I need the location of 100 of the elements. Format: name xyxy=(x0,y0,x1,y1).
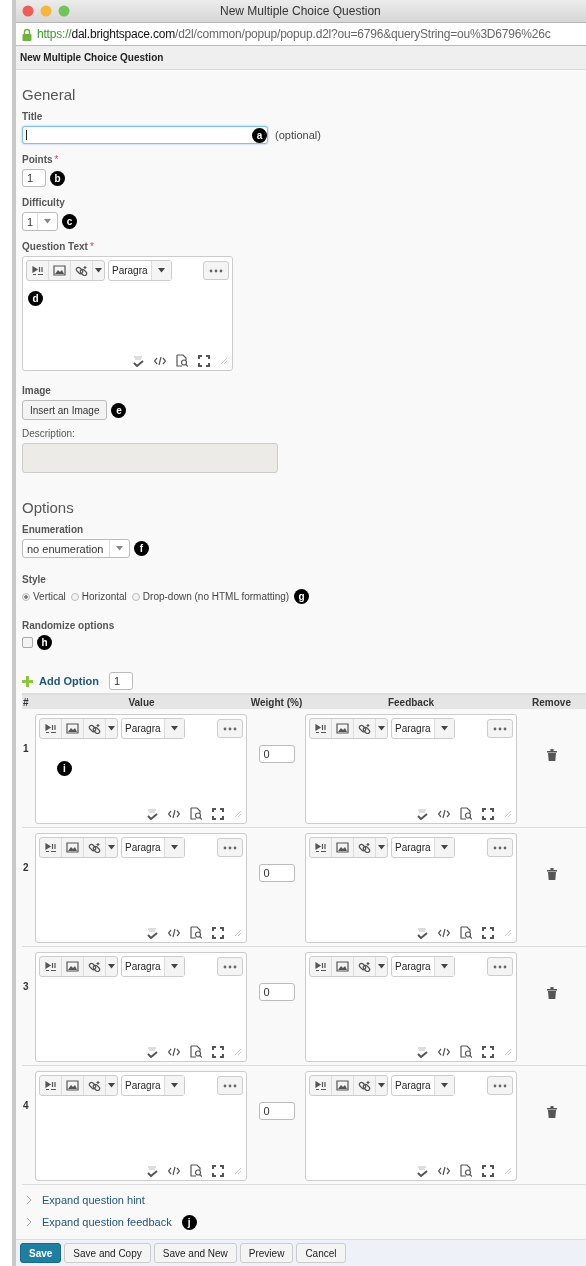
weight-field[interactable]: 0 xyxy=(258,745,295,763)
resize-grip-icon xyxy=(504,1167,511,1174)
row-number: 4 xyxy=(22,1099,30,1111)
image-icon xyxy=(336,961,349,972)
weight-field[interactable]: 0 xyxy=(258,1102,295,1120)
fullscreen-icon xyxy=(482,926,494,939)
expand-link[interactable]: Expand question hint xyxy=(42,1194,145,1206)
preview-icon xyxy=(190,807,202,820)
format-dropdown[interactable]: Paragra xyxy=(391,718,455,739)
rich-text-editor[interactable]: Paragra xyxy=(305,1071,517,1181)
resize-grip-icon xyxy=(234,810,241,817)
link-icon xyxy=(358,723,371,734)
rich-text-editor[interactable]: Paragra xyxy=(35,952,247,1062)
points-field[interactable]: 1 xyxy=(22,169,46,187)
rich-text-editor[interactable]: Paragra xyxy=(35,1071,247,1181)
code-icon xyxy=(168,1046,180,1057)
format-dropdown[interactable]: Paragra xyxy=(108,260,172,281)
section-heading: Options xyxy=(22,499,75,516)
rich-text-editor[interactable]: Paragra d xyxy=(22,256,233,371)
more-actions-button[interactable] xyxy=(203,261,229,280)
format-dropdown[interactable]: Paragra xyxy=(391,1075,455,1096)
rich-text-editor[interactable]: Paragra xyxy=(305,833,517,943)
trash-icon[interactable] xyxy=(546,749,557,761)
radio-label: Vertical xyxy=(33,591,66,602)
fullscreen-icon xyxy=(482,1164,494,1177)
rich-text-editor[interactable]: Paragra i xyxy=(35,714,247,824)
title-field[interactable] xyxy=(22,126,268,144)
more-actions-button[interactable] xyxy=(487,957,513,976)
close-window-icon[interactable] xyxy=(22,5,34,17)
preview-icon xyxy=(460,1045,472,1058)
format-dropdown[interactable]: Paragra xyxy=(121,956,185,977)
action-button[interactable]: Preview xyxy=(239,1243,294,1263)
expand-link[interactable]: Expand question feedback xyxy=(42,1216,172,1228)
code-icon xyxy=(154,355,166,366)
more-icon xyxy=(209,268,223,273)
callout-marker: g xyxy=(294,589,310,604)
caret-icon xyxy=(170,845,178,850)
spellcheck-icon xyxy=(146,1045,158,1058)
media-icon xyxy=(44,842,57,853)
format-dropdown[interactable]: Paragra xyxy=(391,837,455,858)
format-dropdown[interactable]: Paragra xyxy=(121,837,185,858)
caret-icon xyxy=(108,1083,115,1088)
field-label: Style xyxy=(22,574,47,585)
image-icon xyxy=(336,842,349,853)
spellcheck-icon xyxy=(132,354,144,367)
more-actions-button[interactable] xyxy=(487,719,513,738)
rich-text-editor[interactable]: Paragra xyxy=(305,714,517,824)
field-label: Question Text xyxy=(22,241,88,252)
rich-text-editor[interactable]: Paragra xyxy=(305,952,517,1062)
radio-button[interactable] xyxy=(70,592,79,601)
code-icon xyxy=(438,1165,450,1176)
radio-button[interactable] xyxy=(22,592,30,601)
format-dropdown[interactable]: Paragra xyxy=(121,1075,185,1096)
format-dropdown[interactable]: Paragra xyxy=(391,956,455,977)
action-button[interactable]: Save and Copy xyxy=(64,1243,151,1263)
caret-icon xyxy=(170,726,178,731)
insert-image-button[interactable]: Insert an Image xyxy=(22,400,108,420)
media-icon xyxy=(31,265,44,276)
callout-marker: d xyxy=(28,291,43,306)
field-label: Enumeration xyxy=(22,524,85,535)
spellcheck-icon xyxy=(416,1164,428,1177)
more-actions-button[interactable] xyxy=(217,719,243,738)
action-button[interactable]: Cancel xyxy=(296,1243,346,1263)
more-actions-button[interactable] xyxy=(217,838,243,857)
window-title: New Multiple Choice Question xyxy=(220,4,381,18)
save-button[interactable]: Save xyxy=(20,1243,62,1263)
more-icon xyxy=(493,845,507,850)
caret-icon xyxy=(95,268,102,273)
required-mark: * xyxy=(54,154,59,165)
difficulty-dropdown[interactable]: 1 xyxy=(22,212,58,231)
format-dropdown[interactable]: Paragra xyxy=(121,718,185,739)
code-icon xyxy=(438,1046,450,1057)
more-actions-button[interactable] xyxy=(487,838,513,857)
caret-icon xyxy=(378,845,385,850)
field-label: Title xyxy=(22,111,44,122)
preview-icon xyxy=(460,807,472,820)
add-option-link[interactable]: Add Option xyxy=(39,675,99,687)
weight-field[interactable]: 0 xyxy=(258,864,295,882)
callout-marker: c xyxy=(62,214,77,229)
trash-icon[interactable] xyxy=(546,987,557,999)
weight-field[interactable]: 0 xyxy=(258,983,295,1001)
enumeration-dropdown[interactable]: no enumeration xyxy=(22,539,130,558)
column-header: Weight (%) xyxy=(249,696,304,708)
optional-note: (optional) xyxy=(275,129,321,141)
resize-grip-icon xyxy=(234,1167,241,1174)
address-bar[interactable]: https://dal.brightspace.com/d2l/common/popup/popup.d2l?ou=6796&queryString=ou%3D6796%26c xyxy=(16,23,586,46)
more-actions-button[interactable] xyxy=(217,1076,243,1095)
code-icon xyxy=(168,1165,180,1176)
rich-text-editor[interactable]: Paragra xyxy=(35,833,247,943)
action-button[interactable]: Save and New xyxy=(153,1243,237,1263)
more-actions-button[interactable] xyxy=(217,957,243,976)
caret-icon xyxy=(116,546,123,551)
trash-icon[interactable] xyxy=(546,868,557,880)
option-count-field[interactable]: 1 xyxy=(108,672,133,690)
trash-icon[interactable] xyxy=(546,1106,557,1118)
caret-icon xyxy=(378,964,385,969)
checkbox[interactable] xyxy=(22,637,33,648)
more-actions-button[interactable] xyxy=(487,1076,513,1095)
preview-icon xyxy=(190,1045,202,1058)
radio-button[interactable] xyxy=(131,592,140,601)
